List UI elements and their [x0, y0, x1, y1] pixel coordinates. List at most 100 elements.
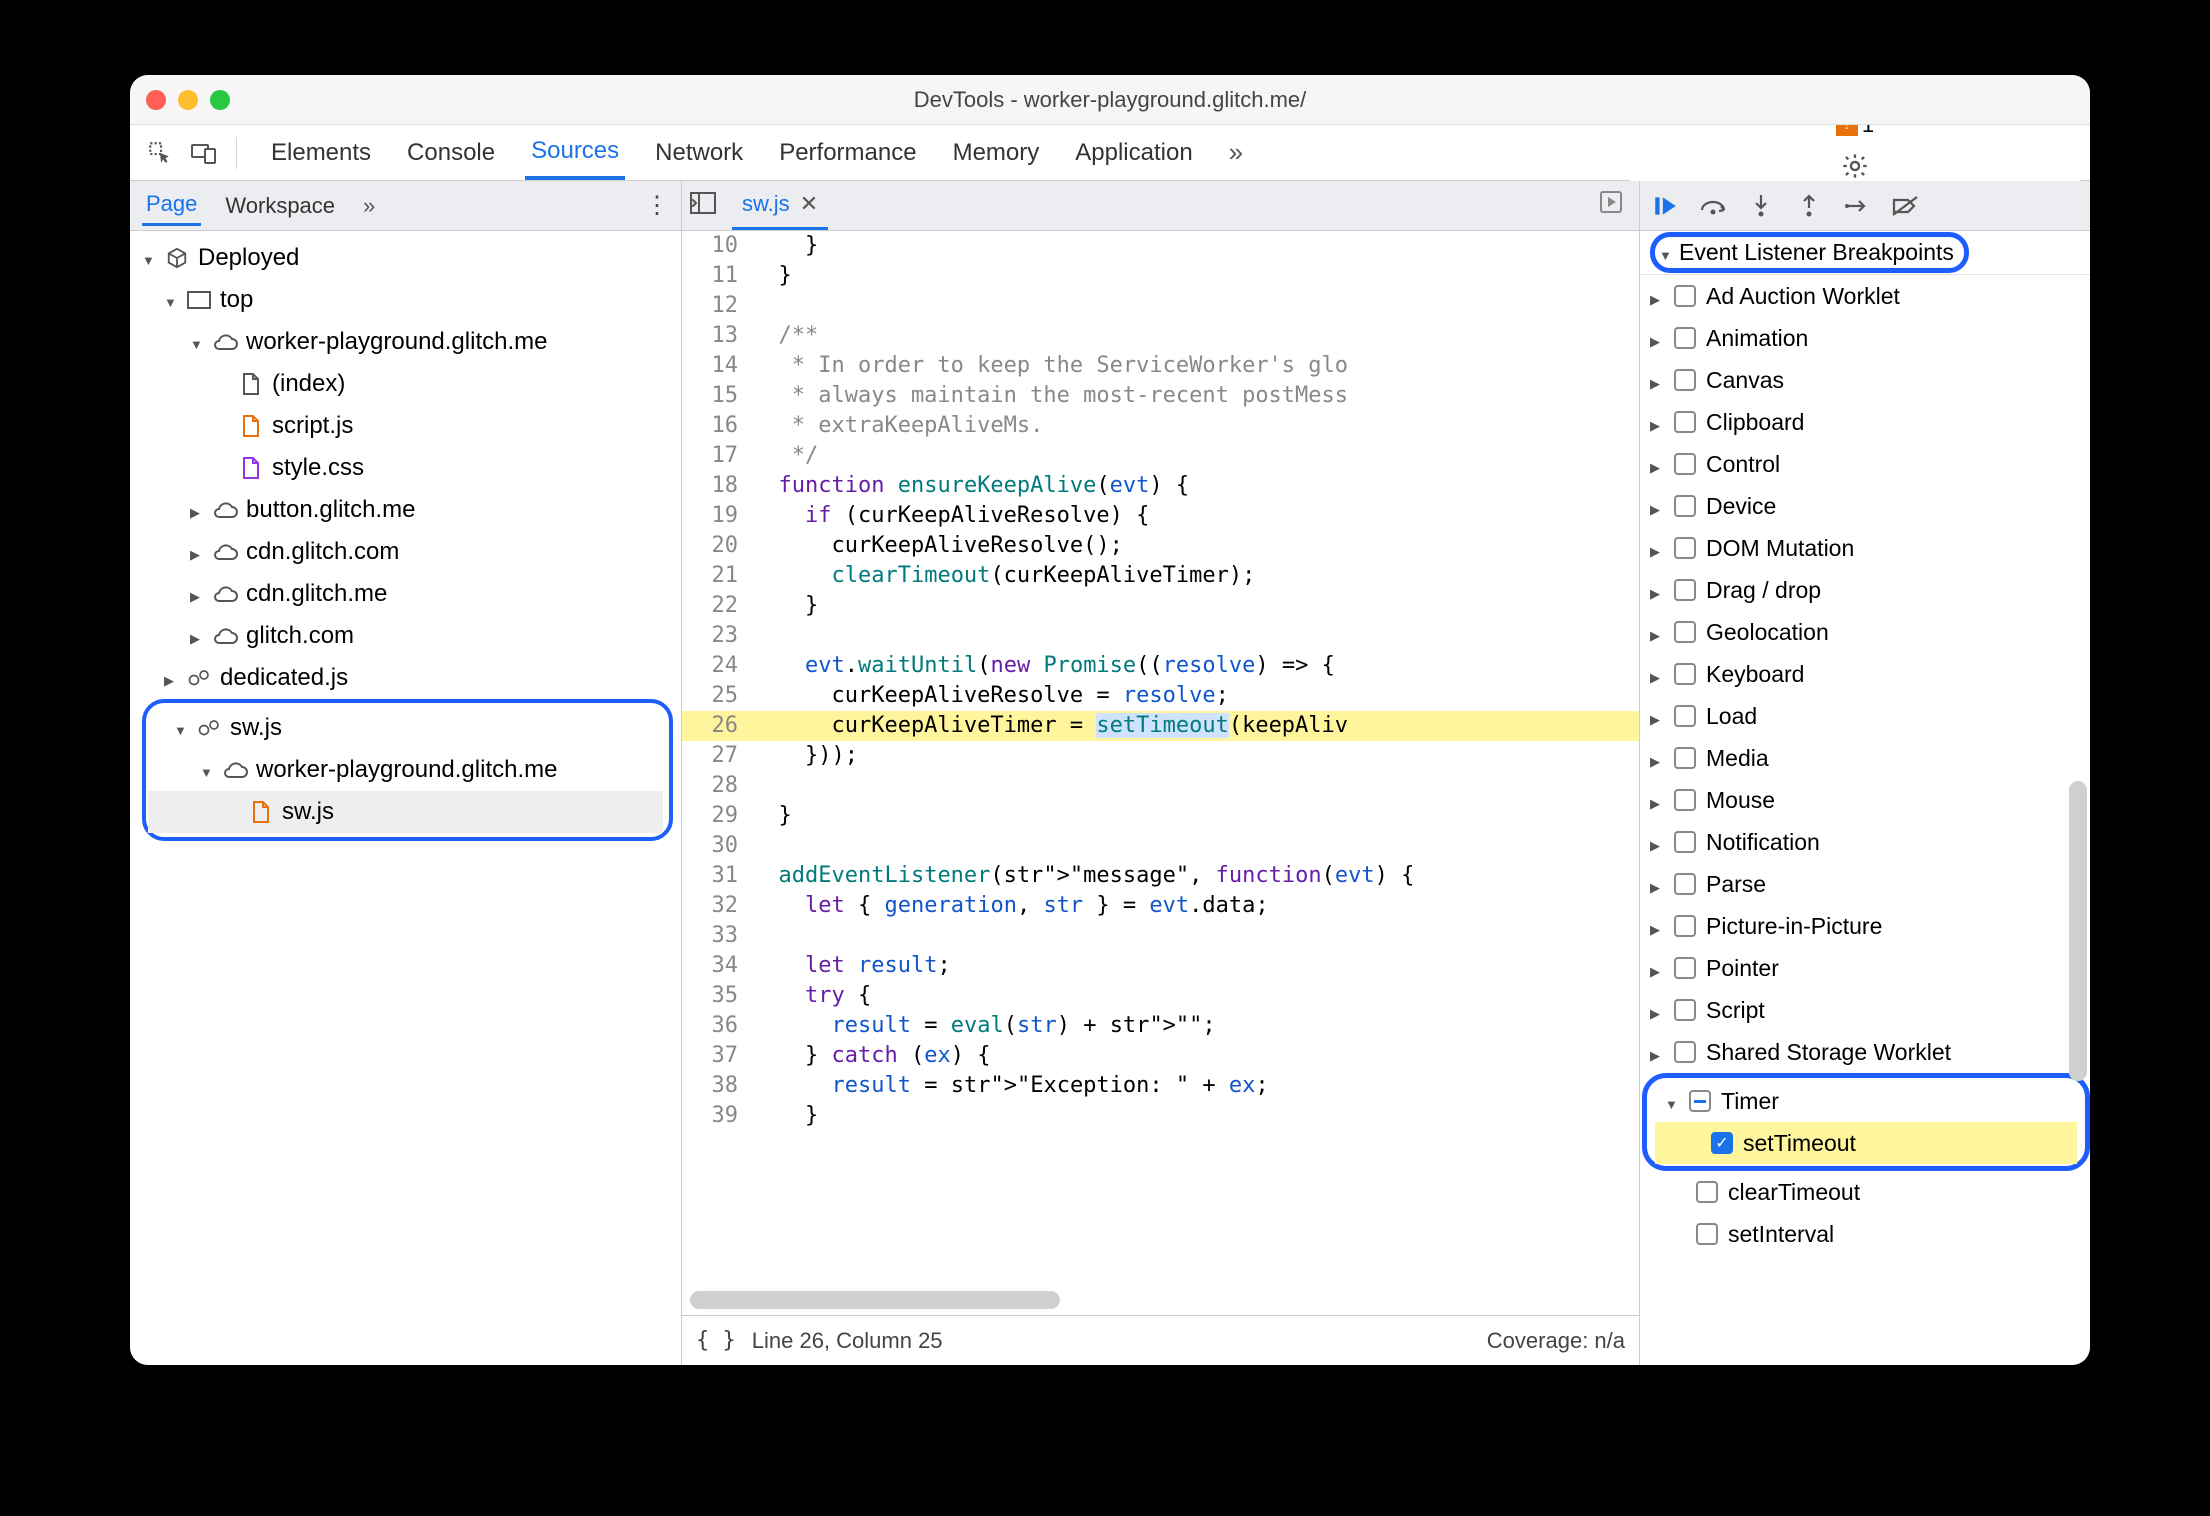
category-notification[interactable]: Notification [1640, 821, 2090, 863]
checkbox-icon[interactable] [1674, 453, 1696, 475]
category-control[interactable]: Control [1640, 443, 2090, 485]
category-drag-drop[interactable]: Drag / drop [1640, 569, 2090, 611]
category-geolocation[interactable]: Geolocation [1640, 611, 2090, 653]
highlight-ring-elb: Event Listener Breakpoints [1650, 232, 1969, 273]
category-canvas[interactable]: Canvas [1640, 359, 2090, 401]
checkbox-indeterminate-icon[interactable] [1689, 1090, 1711, 1112]
file-tab-sw[interactable]: sw.js ✕ [732, 181, 828, 230]
tree-dedicated[interactable]: dedicated.js [134, 657, 681, 699]
toggle-navigator-icon[interactable] [690, 192, 724, 219]
tab-memory[interactable]: Memory [947, 125, 1046, 180]
checkbox-checked-icon[interactable] [1711, 1132, 1733, 1154]
checkbox-icon[interactable] [1674, 873, 1696, 895]
tree-deployed[interactable]: Deployed [134, 237, 681, 279]
checkbox-icon[interactable] [1674, 537, 1696, 559]
category-dom-mutation[interactable]: DOM Mutation [1640, 527, 2090, 569]
event-listener-breakpoints-header[interactable]: Event Listener Breakpoints [1640, 231, 2090, 275]
category-parse[interactable]: Parse [1640, 863, 2090, 905]
category-animation[interactable]: Animation [1640, 317, 2090, 359]
checkbox-icon[interactable] [1674, 369, 1696, 391]
tree-wp-origin[interactable]: worker-playground.glitch.me [134, 321, 681, 363]
category-media[interactable]: Media [1640, 737, 2090, 779]
timer-settimeout[interactable]: setTimeout [1655, 1122, 2077, 1164]
checkbox-icon[interactable] [1674, 663, 1696, 685]
inspect-icon[interactable] [140, 133, 180, 173]
checkbox-icon[interactable] [1674, 831, 1696, 853]
category-load[interactable]: Load [1640, 695, 2090, 737]
timer-cleartimeout[interactable]: clearTimeout [1640, 1171, 2090, 1213]
category-ad-auction-worklet[interactable]: Ad Auction Worklet [1640, 275, 2090, 317]
nav-tab-more-icon[interactable]: ⋮ [645, 191, 669, 220]
tree-top[interactable]: top [134, 279, 681, 321]
checkbox-icon[interactable] [1674, 957, 1696, 979]
tree-cdn-com[interactable]: cdn.glitch.com [134, 531, 681, 573]
checkbox-icon[interactable] [1674, 621, 1696, 643]
resume-icon[interactable] [1650, 191, 1680, 221]
code-editor[interactable]: 10 }11 }1213 /**14 * In order to keep th… [682, 231, 1639, 1315]
tree-button-origin[interactable]: button.glitch.me [134, 489, 681, 531]
braces-icon[interactable]: { } [696, 1328, 736, 1353]
checkbox-icon[interactable] [1674, 495, 1696, 517]
file-icon [248, 799, 274, 825]
checkbox-icon[interactable] [1696, 1223, 1718, 1245]
checkbox-icon[interactable] [1674, 747, 1696, 769]
category-timer[interactable]: Timer [1655, 1080, 2077, 1122]
timer-setinterval[interactable]: setInterval [1640, 1213, 2090, 1255]
nav-tab-overflow-icon[interactable]: » [359, 193, 379, 219]
cloud-icon [212, 497, 238, 523]
vertical-scrollbar[interactable] [2069, 781, 2087, 1081]
tree-sw-origin[interactable]: worker-playground.glitch.me [148, 749, 663, 791]
deactivate-breakpoints-icon[interactable] [1890, 191, 1920, 221]
tab-sources[interactable]: Sources [525, 125, 625, 180]
checkbox-icon[interactable] [1674, 915, 1696, 937]
tree-sw-group[interactable]: sw.js [148, 707, 663, 749]
checkbox-icon[interactable] [1674, 285, 1696, 307]
tab-network[interactable]: Network [649, 125, 749, 180]
step-out-icon[interactable] [1794, 191, 1824, 221]
gears-icon [186, 665, 212, 691]
tabs-overflow-icon[interactable]: » [1223, 125, 1249, 180]
tab-performance[interactable]: Performance [773, 125, 922, 180]
category-script[interactable]: Script [1640, 989, 2090, 1031]
category-shared-storage-worklet[interactable]: Shared Storage Worklet [1640, 1031, 2090, 1073]
tree-cdn-me[interactable]: cdn.glitch.me [134, 573, 681, 615]
settings-icon[interactable] [1835, 146, 1875, 186]
file-tree: Deployed top worker-playground.glitch.me… [130, 231, 681, 1365]
category-pointer[interactable]: Pointer [1640, 947, 2090, 989]
device-toggle-icon[interactable] [184, 133, 224, 173]
checkbox-icon[interactable] [1674, 789, 1696, 811]
debugger-pane: Event Listener Breakpoints Ad Auction Wo… [1640, 181, 2090, 1365]
step-icon[interactable] [1842, 191, 1872, 221]
checkbox-icon[interactable] [1674, 327, 1696, 349]
category-picture-in-picture[interactable]: Picture-in-Picture [1640, 905, 2090, 947]
tree-file-style[interactable]: style.css [134, 447, 681, 489]
run-snippet-icon[interactable] [1599, 190, 1631, 221]
tree-glitch[interactable]: glitch.com [134, 615, 681, 657]
checkbox-icon[interactable] [1674, 999, 1696, 1021]
tree-file-index[interactable]: (index) [134, 363, 681, 405]
checkbox-icon[interactable] [1696, 1181, 1718, 1203]
category-keyboard[interactable]: Keyboard [1640, 653, 2090, 695]
nav-tab-workspace[interactable]: Workspace [221, 193, 339, 219]
checkbox-icon[interactable] [1674, 1041, 1696, 1063]
tab-application[interactable]: Application [1069, 125, 1198, 180]
frame-icon [186, 287, 212, 313]
cloud-icon [222, 757, 248, 783]
highlight-ring-sw: sw.js worker-playground.glitch.me sw.js [142, 699, 673, 841]
close-tab-icon[interactable]: ✕ [800, 191, 818, 217]
category-device[interactable]: Device [1640, 485, 2090, 527]
checkbox-icon[interactable] [1674, 579, 1696, 601]
tree-file-sw[interactable]: sw.js [148, 791, 663, 833]
checkbox-icon[interactable] [1674, 411, 1696, 433]
tree-file-script[interactable]: script.js [134, 405, 681, 447]
tab-elements[interactable]: Elements [265, 125, 377, 180]
category-mouse[interactable]: Mouse [1640, 779, 2090, 821]
checkbox-icon[interactable] [1674, 705, 1696, 727]
tab-console[interactable]: Console [401, 125, 501, 180]
horizontal-scrollbar[interactable] [690, 1291, 1060, 1309]
nav-tab-page[interactable]: Page [142, 191, 201, 226]
cloud-icon [212, 539, 238, 565]
category-clipboard[interactable]: Clipboard [1640, 401, 2090, 443]
step-into-icon[interactable] [1746, 191, 1776, 221]
step-over-icon[interactable] [1698, 191, 1728, 221]
